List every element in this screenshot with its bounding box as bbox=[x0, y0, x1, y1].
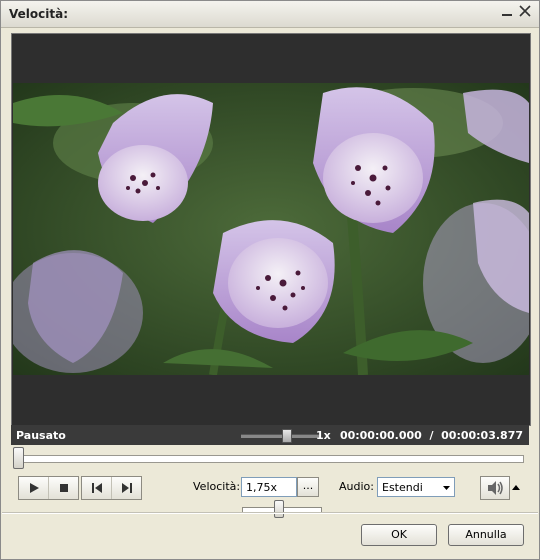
stop-icon bbox=[59, 484, 68, 492]
speed-indicator: 1x bbox=[316, 429, 331, 442]
play-icon bbox=[29, 483, 39, 493]
foxglove-video-frame bbox=[13, 83, 529, 375]
timecode: 00:00:00.000 / 00:00:03.877 bbox=[339, 429, 523, 442]
next-frame-button[interactable] bbox=[111, 477, 141, 499]
speaker-icon bbox=[481, 477, 509, 499]
minimize-icon[interactable] bbox=[499, 5, 515, 21]
divider bbox=[2, 512, 538, 514]
speed-label: Velocità: bbox=[193, 480, 241, 493]
title-bar: Velocità: bbox=[1, 1, 539, 28]
play-button[interactable] bbox=[19, 477, 48, 499]
preview-volume-track[interactable] bbox=[241, 434, 321, 438]
close-icon[interactable] bbox=[517, 5, 533, 21]
audio-select-value: Estendi bbox=[382, 481, 423, 494]
skip-back-icon bbox=[91, 483, 102, 493]
frame-controls bbox=[81, 476, 142, 500]
speed-more-button[interactable]: ... bbox=[297, 477, 319, 497]
cancel-button[interactable]: Annulla bbox=[448, 524, 524, 546]
playback-controls bbox=[18, 476, 79, 500]
previous-frame-button[interactable] bbox=[82, 477, 111, 499]
seek-thumb[interactable] bbox=[13, 447, 24, 469]
preview-volume-thumb[interactable] bbox=[282, 429, 292, 443]
ok-button[interactable]: OK bbox=[361, 524, 437, 546]
audio-label: Audio: bbox=[339, 480, 374, 493]
speed-input[interactable]: 1,75x bbox=[241, 477, 297, 497]
audio-select[interactable]: Estendi bbox=[377, 477, 455, 497]
seek-bar[interactable] bbox=[14, 455, 524, 463]
stop-button[interactable] bbox=[48, 477, 78, 499]
playback-status: Pausato bbox=[16, 429, 66, 442]
speed-slider-thumb[interactable] bbox=[274, 500, 284, 518]
volume-button[interactable] bbox=[480, 476, 510, 500]
chevron-up-icon bbox=[512, 485, 520, 490]
video-preview bbox=[11, 33, 531, 426]
volume-dropdown-button[interactable] bbox=[510, 479, 522, 497]
playback-status-bar: Pausato 1x 00:00:00.000 / 00:00:03.877 bbox=[11, 425, 529, 445]
window-title: Velocità: bbox=[9, 7, 68, 21]
skip-forward-icon bbox=[121, 483, 132, 493]
chevron-down-icon bbox=[442, 478, 451, 505]
speed-dialog: Velocità: Pausato 1x 00:00:00.000 / 00:0… bbox=[0, 0, 540, 560]
